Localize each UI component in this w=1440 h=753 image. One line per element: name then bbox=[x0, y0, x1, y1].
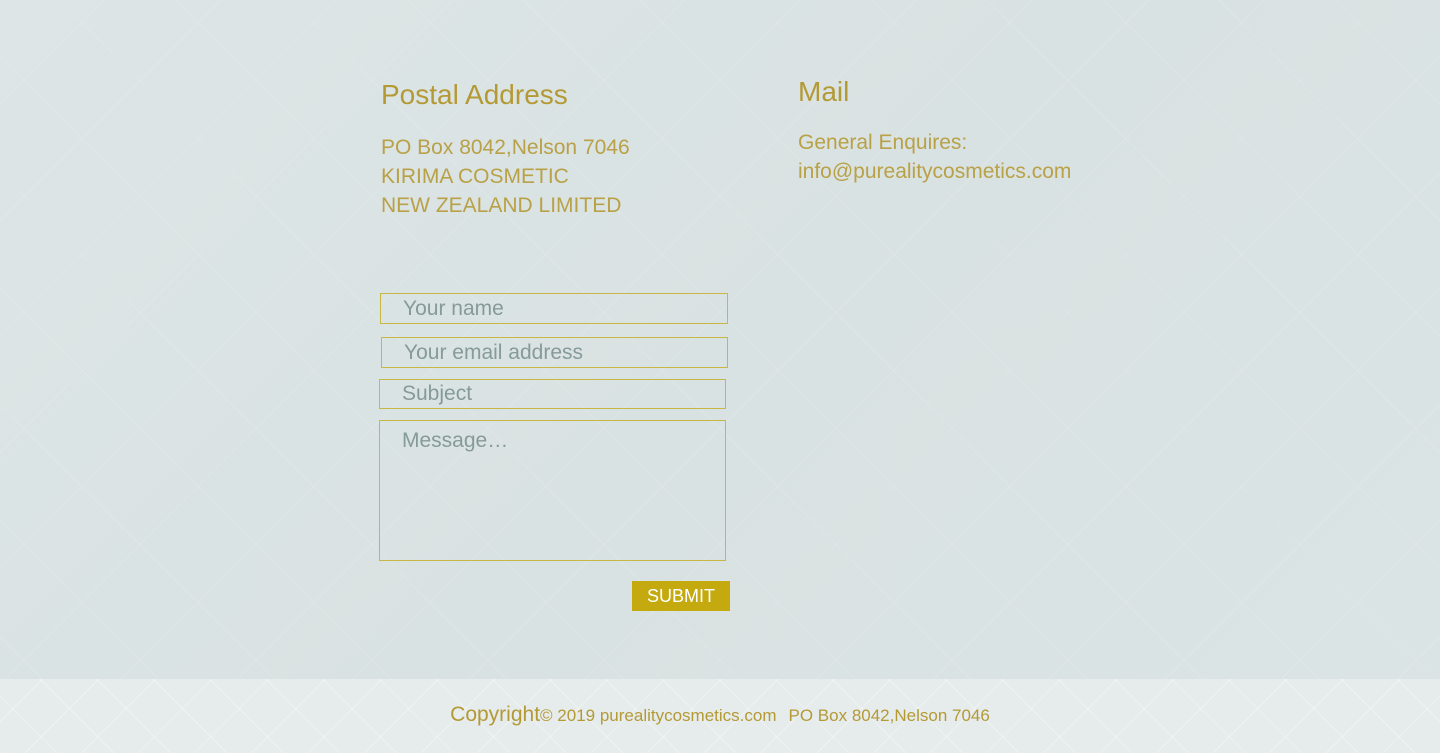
mail-block: General Enquires: info@purealitycosmetic… bbox=[798, 128, 1071, 186]
message-textarea[interactable] bbox=[379, 420, 726, 561]
copyright-label: Copyright bbox=[450, 703, 541, 726]
postal-line-company: KIRIMA COSMETIC bbox=[381, 165, 569, 188]
name-input[interactable] bbox=[380, 293, 728, 324]
subject-input[interactable] bbox=[379, 379, 726, 409]
footer-address: PO Box 8042,Nelson 7046 bbox=[788, 706, 990, 725]
postal-address-block: PO Box 8042,Nelson 7046 KIRIMA COSMETIC … bbox=[381, 133, 630, 220]
postal-line-country: NEW ZEALAND LIMITED bbox=[381, 194, 622, 217]
postal-address-title: Postal Address bbox=[381, 79, 568, 110]
footer: Copyright© 2019 purealitycosmetics.com PO… bbox=[0, 679, 1440, 753]
footer-copyright: Copyright© 2019 purealitycosmetics.com PO… bbox=[0, 703, 1440, 727]
mail-email-link[interactable]: info@purealitycosmetics.com bbox=[798, 157, 1071, 186]
mail-title: Mail bbox=[798, 76, 850, 107]
submit-button[interactable]: SUBMIT bbox=[632, 581, 730, 611]
postal-line-po-box: PO Box 8042,Nelson 7046 bbox=[381, 136, 630, 159]
copyright-text: © 2019 purealitycosmetics.com bbox=[540, 706, 777, 725]
mail-label: General Enquires: bbox=[798, 131, 968, 154]
email-input[interactable] bbox=[381, 337, 728, 368]
